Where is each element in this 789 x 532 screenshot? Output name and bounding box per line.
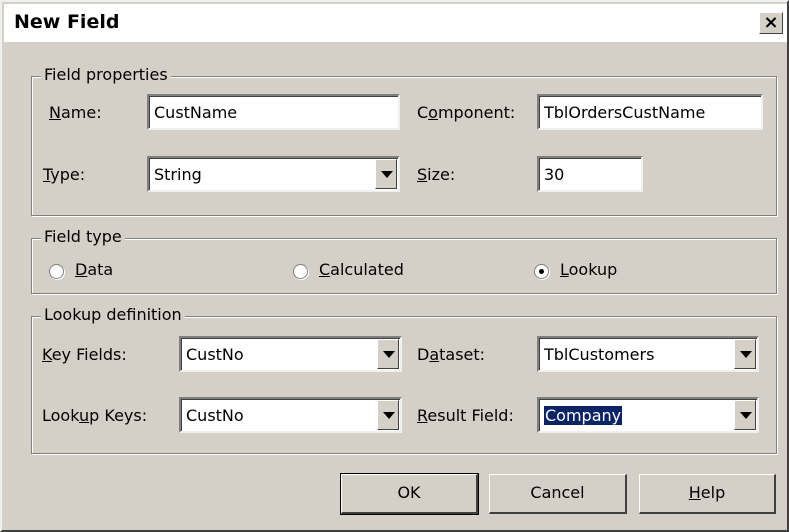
key-fields-label: Key Fields: xyxy=(42,345,127,364)
key-fields-dropdown-arrow-icon[interactable] xyxy=(377,339,399,369)
radio-data[interactable] xyxy=(49,264,64,279)
type-combo[interactable]: String xyxy=(147,156,400,192)
result-field-value: Company xyxy=(544,406,623,425)
radio-calculated-label[interactable]: Calculated xyxy=(319,260,404,279)
type-dropdown-arrow-icon[interactable] xyxy=(375,159,397,189)
result-field-label: Result Field: xyxy=(417,406,514,425)
key-fields-combo[interactable]: CustNo xyxy=(179,336,402,372)
field-properties-legend: Field properties xyxy=(41,65,171,84)
title-bar[interactable]: New Field × xyxy=(4,4,787,42)
dataset-dropdown-arrow-icon[interactable] xyxy=(734,339,756,369)
lookup-keys-combo[interactable]: CustNo xyxy=(179,397,402,433)
lookup-definition-legend: Lookup definition xyxy=(41,305,185,324)
field-type-group: Field type xyxy=(31,227,777,294)
name-field[interactable]: CustName xyxy=(147,94,400,130)
dataset-value: TblCustomers xyxy=(544,345,655,364)
new-field-dialog: New Field × Field properties Name: CustN… xyxy=(0,0,789,532)
result-field-dropdown-arrow-icon[interactable] xyxy=(734,400,756,430)
dialog-title: New Field xyxy=(14,11,120,33)
size-label: Size: xyxy=(417,165,456,184)
field-type-legend: Field type xyxy=(41,227,125,246)
component-field[interactable]: TblOrdersCustName xyxy=(537,94,763,130)
name-label: Name: xyxy=(49,103,102,122)
ok-button[interactable]: OK xyxy=(340,473,479,515)
radio-data-label[interactable]: Data xyxy=(75,260,113,279)
type-value: String xyxy=(154,165,202,184)
radio-lookup-label[interactable]: Lookup xyxy=(560,260,617,279)
result-field-combo[interactable]: Company xyxy=(537,397,759,433)
lookup-keys-dropdown-arrow-icon[interactable] xyxy=(377,400,399,430)
size-field[interactable]: 30 xyxy=(537,156,643,192)
component-label: Component: xyxy=(417,103,516,122)
help-button[interactable]: Help xyxy=(639,474,776,514)
lookup-keys-label: Lookup Keys: xyxy=(42,406,148,425)
type-label: Type: xyxy=(43,165,86,184)
dataset-label: Dataset: xyxy=(417,345,486,364)
cancel-button[interactable]: Cancel xyxy=(489,474,627,514)
lookup-keys-value: CustNo xyxy=(186,406,244,425)
key-fields-value: CustNo xyxy=(186,345,244,364)
close-button[interactable]: × xyxy=(759,12,783,34)
dataset-combo[interactable]: TblCustomers xyxy=(537,336,759,372)
radio-calculated[interactable] xyxy=(293,264,308,279)
radio-lookup[interactable] xyxy=(534,264,549,279)
